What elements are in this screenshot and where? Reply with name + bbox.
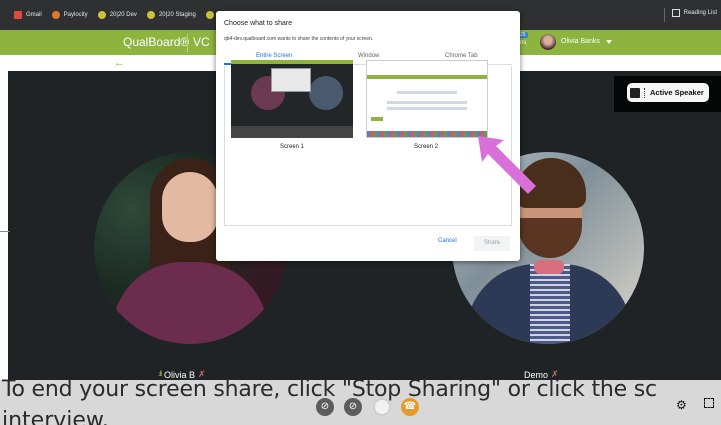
thumbnail-dock [367, 131, 487, 137]
caption-line-2: interview. [2, 408, 109, 425]
thumbnail-row [397, 91, 457, 94]
tab-entire-screen[interactable]: Entire Screen [256, 53, 292, 59]
bookmark-label: Gmail [26, 12, 42, 18]
reading-list-icon [671, 9, 680, 17]
reading-list-label: Reading List [683, 10, 717, 16]
bookmark-label: Paylocity [63, 12, 88, 18]
fullscreen-icon[interactable] [704, 398, 714, 408]
share-button[interactable]: Share [474, 236, 510, 251]
gmail-icon [14, 11, 22, 19]
thumbnail-row [387, 101, 467, 104]
reading-list-button[interactable]: Reading List [671, 9, 717, 17]
screen-label-2: Screen 2 [414, 144, 439, 150]
screen-thumbnail-2[interactable] [366, 60, 488, 138]
dialog-title: Choose what to share [224, 20, 293, 27]
thumbnail-button [371, 117, 383, 121]
participant-shirt [530, 264, 570, 344]
chevron-down-icon[interactable] [606, 40, 612, 44]
tab-window[interactable]: Window [358, 53, 379, 59]
bookmark-paylocity[interactable]: Paylocity [51, 11, 88, 19]
bookmark-2020-staging[interactable]: 20|20 Staging [146, 11, 196, 19]
bookmark-label: 20|20 Staging [158, 12, 196, 18]
dialog-subtitle: qb4-dev.qualboard.com wants to share the… [224, 36, 374, 42]
bookmark-2020-dev[interactable]: 20|20 Dev [97, 11, 137, 19]
thumbnail-row [387, 107, 467, 110]
product-label: VC [193, 35, 210, 49]
badge-label: ns [520, 40, 527, 46]
annotation-arrow-icon [478, 136, 536, 194]
tab-chrome-tab[interactable]: Chrome Tab [445, 53, 478, 59]
screen-label-1: Screen 1 [280, 144, 305, 150]
brand-logo[interactable]: QualBoard® [123, 35, 189, 49]
screen-thumbnail-1[interactable] [231, 60, 353, 138]
thumbnail-participant [309, 76, 343, 110]
2020-icon [205, 11, 214, 19]
thumbnail-header [367, 75, 487, 79]
divider [664, 8, 665, 22]
divider [187, 34, 188, 52]
divider [0, 231, 10, 232]
participant-face [162, 172, 218, 242]
participant-bowtie [534, 260, 564, 274]
avatar[interactable] [540, 34, 556, 50]
user-name[interactable]: Olivia Banks [561, 38, 600, 45]
bookmark-more[interactable] [205, 11, 214, 19]
active-speaker-button[interactable]: Active Speaker [627, 83, 709, 102]
speaker-view-icon [630, 87, 640, 98]
2020-icon [97, 11, 106, 19]
divider [644, 87, 646, 98]
back-arrow-icon[interactable]: ← [114, 55, 125, 71]
paylocity-icon [51, 11, 60, 19]
bookmark-gmail[interactable]: Gmail [14, 11, 42, 19]
2020-icon [146, 11, 155, 19]
thumbnail-window [271, 68, 311, 92]
bookmark-label: 20|20 Dev [109, 12, 137, 18]
cancel-button[interactable]: Cancel [438, 238, 457, 244]
thumbnail-toolbar [231, 126, 353, 138]
screen: Gmail Paylocity 20|20 Dev 20|20 Staging … [0, 0, 721, 425]
active-speaker-label: Active Speaker [650, 88, 704, 97]
caption-line-1: To end your screen share, click "Stop Sh… [2, 377, 657, 402]
thumbnail-header [231, 60, 353, 64]
gear-icon[interactable]: ⚙ [676, 398, 687, 412]
